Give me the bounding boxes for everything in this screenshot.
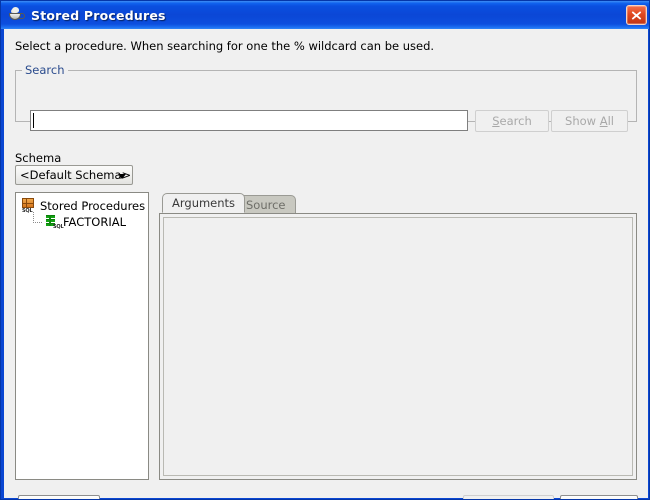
text-caret xyxy=(33,113,34,128)
search-button[interactable]: Search xyxy=(475,110,549,132)
java-coffee-cup-icon xyxy=(7,6,25,24)
tree-item-label: FACTORIAL xyxy=(63,214,126,229)
tab-content-panel xyxy=(159,213,637,480)
instruction-text: Select a procedure. When searching for o… xyxy=(15,39,435,53)
search-button-label: Search xyxy=(492,114,532,128)
arguments-table-area[interactable] xyxy=(163,217,633,476)
schema-select[interactable]: <Default Schema> xyxy=(15,165,133,185)
close-icon[interactable] xyxy=(626,5,647,25)
window-title: Stored Procedures xyxy=(31,7,166,23)
search-input[interactable] xyxy=(30,110,468,131)
ok-button[interactable]: OK xyxy=(463,495,554,499)
tab-label: Source xyxy=(246,197,286,212)
tree-connector-icon xyxy=(32,211,44,228)
help-button[interactable]: Help xyxy=(18,495,100,499)
show-all-button[interactable]: Show All xyxy=(551,110,628,132)
chevron-down-icon xyxy=(118,174,126,179)
tree-item-label: Stored Procedures xyxy=(40,198,146,213)
tab-arguments[interactable]: Arguments xyxy=(162,193,246,213)
search-group-label: Search xyxy=(22,63,68,77)
dialog-body: Select a procedure. When searching for o… xyxy=(4,29,648,499)
show-all-button-label: Show All xyxy=(565,114,614,128)
sql-folder-icon: SQL xyxy=(21,198,37,214)
schema-label: Schema xyxy=(15,151,62,165)
schema-selected-value: <Default Schema> xyxy=(20,168,132,182)
dialog-content: Select a procedure. When searching for o… xyxy=(4,29,648,499)
sql-procedure-icon: SQL xyxy=(44,214,64,230)
tree-item-factorial[interactable]: SQL FACTORIAL xyxy=(32,211,126,230)
stored-procedures-dialog: Stored Procedures Select a procedure. Wh… xyxy=(0,0,650,500)
procedure-tree[interactable]: SQL Stored Procedures SQL FACTORIAL xyxy=(15,192,149,480)
tree-item-stored-procedures[interactable]: SQL Stored Procedures xyxy=(21,198,146,214)
tab-label: Arguments xyxy=(172,196,236,210)
cancel-button[interactable]: Cancel xyxy=(560,495,638,499)
title-bar: Stored Procedures xyxy=(1,1,649,29)
tab-strip: Arguments Source xyxy=(159,193,637,213)
